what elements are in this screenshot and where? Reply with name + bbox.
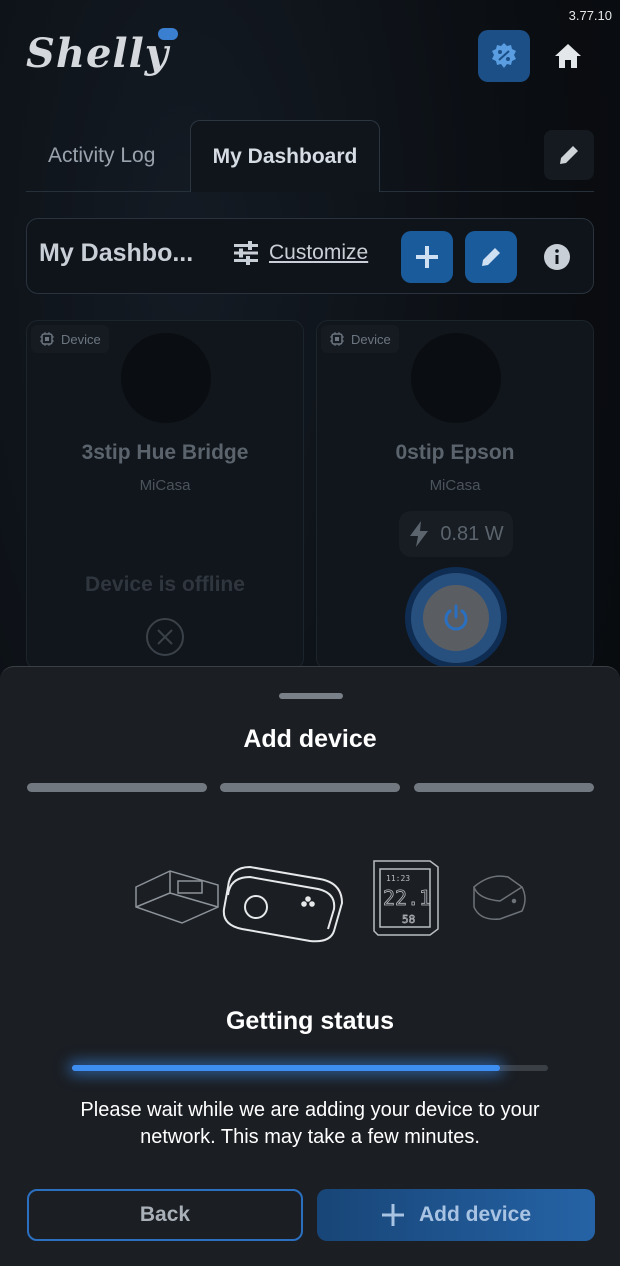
back-button[interactable]: Back xyxy=(27,1189,303,1241)
progress-bar xyxy=(72,1065,548,1071)
app-root: 3.77.10 Shelly Activity Log My Dashboard… xyxy=(0,0,620,1266)
thermometer-display-icon: 11:23 22.1 58 xyxy=(373,860,439,936)
wizard-step-indicator xyxy=(27,783,207,792)
chip-icon xyxy=(330,332,344,346)
power-value: 0.81 W xyxy=(440,522,504,545)
plus-icon xyxy=(416,246,438,268)
tab-my-dashboard[interactable]: My Dashboard xyxy=(190,120,380,192)
progress-bar-fill xyxy=(72,1065,501,1071)
device-tag: Device xyxy=(31,325,109,353)
device-tag: Device xyxy=(321,325,399,353)
home-button[interactable] xyxy=(542,30,594,82)
motion-sensor-device-icon xyxy=(473,875,526,920)
display-temperature-text: 22.1 xyxy=(383,886,431,910)
offline-x-icon xyxy=(146,618,184,656)
display-time-text: 11:23 xyxy=(386,874,410,883)
home-icon xyxy=(555,44,581,68)
bolt-icon xyxy=(410,521,429,547)
info-button[interactable] xyxy=(531,231,583,283)
status-message: Please wait while we are adding your dev… xyxy=(80,1099,540,1148)
display-humidity-text: 58 xyxy=(402,913,415,926)
device-room: MiCasa xyxy=(139,477,191,494)
device-tag-label: Device xyxy=(351,331,391,347)
power-toggle-button[interactable] xyxy=(411,573,501,663)
chip-icon xyxy=(40,332,54,346)
percent-badge-icon xyxy=(492,43,516,68)
customize-label: Customize xyxy=(269,241,369,264)
shelly-blu-button-icon xyxy=(222,865,344,943)
tab-activity-log[interactable]: Activity Log xyxy=(48,120,155,192)
pencil-icon xyxy=(560,146,578,164)
device-tag-label: Device xyxy=(61,331,101,347)
dashboard-title: My Dashbo... xyxy=(39,239,194,267)
sheet-drag-handle[interactable] xyxy=(279,693,343,699)
add-widget-button[interactable] xyxy=(401,231,453,283)
usb-plug-device-icon xyxy=(135,870,219,924)
edit-dashboard-button[interactable] xyxy=(465,231,517,283)
device-name: 3stip Hue Bridge xyxy=(81,441,249,464)
power-reading: 0.81 W xyxy=(399,511,513,557)
power-icon xyxy=(444,604,468,631)
power-toggle-face xyxy=(423,585,489,651)
plus-icon xyxy=(381,1204,404,1226)
status-title: Getting status xyxy=(225,1007,395,1035)
device-card[interactable]: Device 0stip Epson MiCasa 0.81 W xyxy=(316,320,594,670)
customize-link[interactable]: Customize xyxy=(233,241,368,265)
add-device-button[interactable]: Add device xyxy=(317,1189,595,1241)
cloud-icon xyxy=(158,28,178,40)
device-status: Device is offline xyxy=(85,573,245,596)
app-version: 3.77.10 xyxy=(568,8,612,23)
sheet-title: Add device xyxy=(243,725,377,753)
pencil-icon xyxy=(482,248,500,266)
device-card[interactable]: Device 3stip Hue Bridge MiCasa Device is… xyxy=(26,320,304,670)
device-room: MiCasa xyxy=(429,477,481,494)
info-icon xyxy=(544,244,570,270)
sliders-icon xyxy=(234,241,258,265)
device-image xyxy=(411,333,501,423)
device-name: 0stip Epson xyxy=(395,441,515,464)
wizard-step-indicator xyxy=(220,783,400,792)
add-device-sheet: Add device 11:23 22.1 58 Getting status … xyxy=(0,666,620,1266)
edit-tabs-button[interactable] xyxy=(544,130,594,180)
wizard-step-indicator xyxy=(414,783,594,792)
tab-bar: Activity Log My Dashboard xyxy=(26,120,594,192)
promo-button[interactable] xyxy=(478,30,530,82)
dashboard-toolbar: My Dashbo... Customize xyxy=(26,218,594,294)
device-illustration: 11:23 22.1 58 xyxy=(135,860,526,943)
add-device-label: Add device xyxy=(418,1203,532,1226)
device-image xyxy=(121,333,211,423)
